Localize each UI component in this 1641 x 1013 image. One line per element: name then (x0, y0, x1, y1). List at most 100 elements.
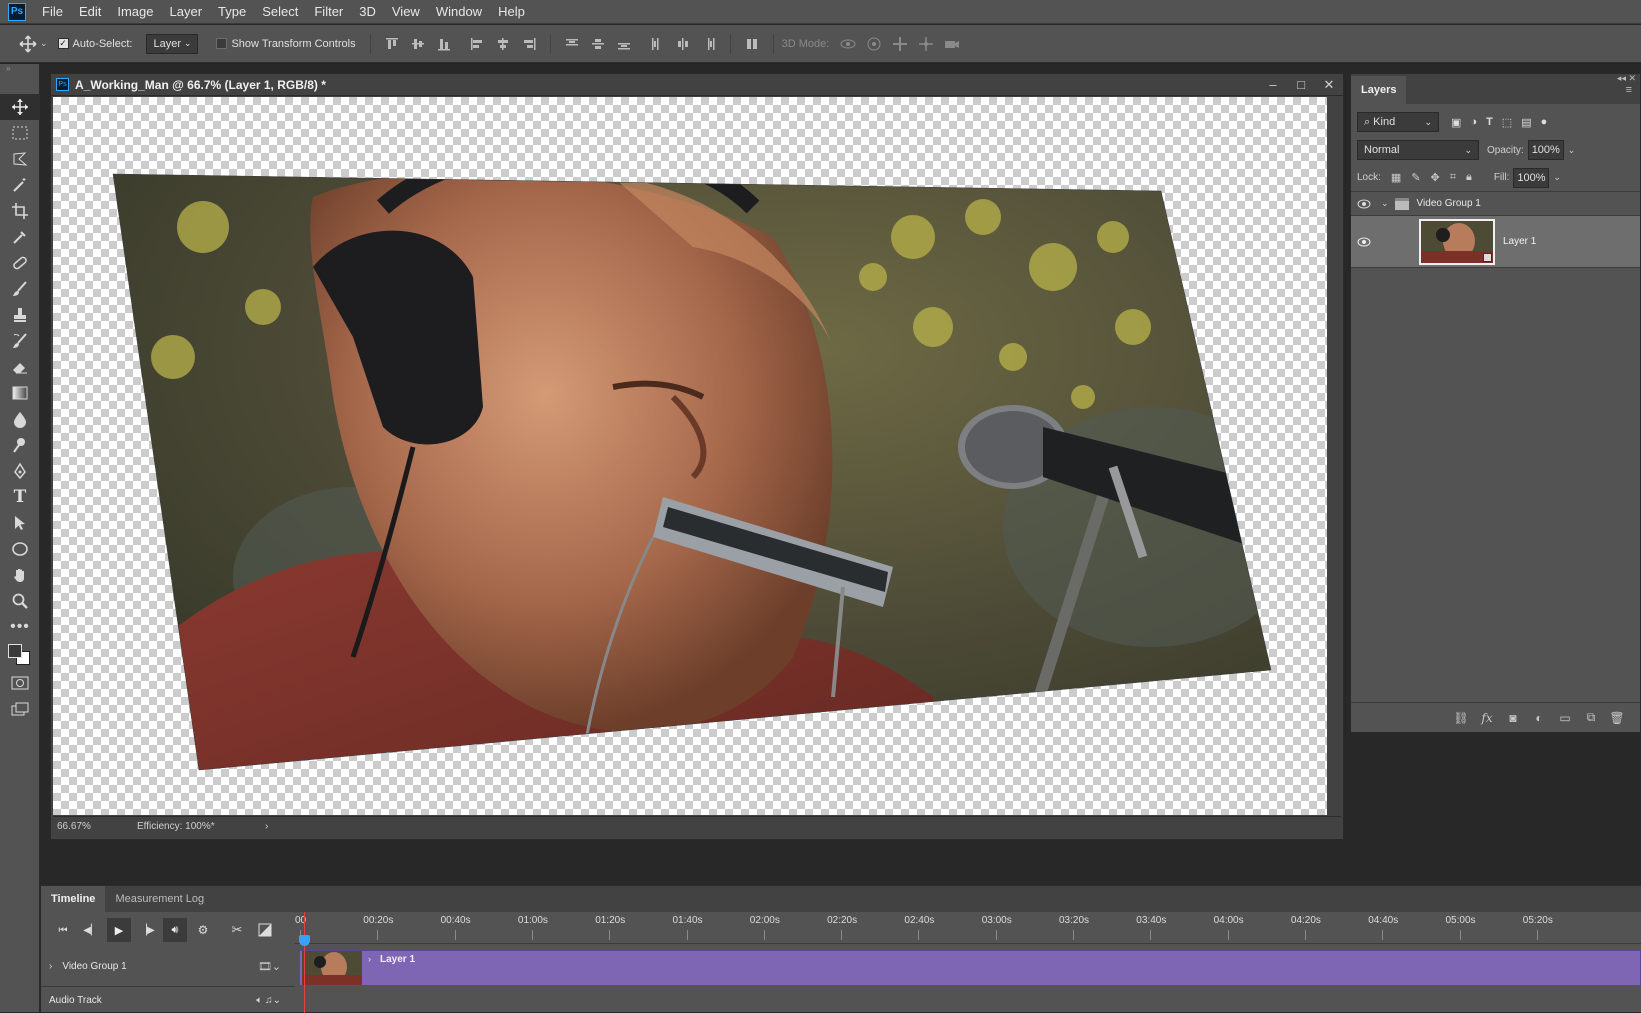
layer-thumbnail[interactable] (1419, 218, 1495, 265)
distribute-right-icon[interactable] (701, 36, 717, 52)
split-at-playhead-button[interactable]: ✂︎ (225, 918, 249, 942)
distribute-bottom-icon[interactable] (616, 36, 632, 52)
time-ruler[interactable]: 00 00:20s 00:40s 01:00s 01:20s 01:40s 02:00s 02… (295, 912, 1641, 944)
distribute-left-icon[interactable] (649, 36, 665, 52)
slide-3d-icon[interactable] (918, 36, 934, 52)
panel-collapse-icon[interactable]: ◂◂ ✕ (1617, 73, 1636, 84)
align-top-icon[interactable] (384, 36, 400, 52)
move-tool[interactable] (0, 94, 40, 120)
add-mask-icon[interactable]: ◙ (1500, 708, 1526, 728)
more-tools[interactable]: ••• (0, 614, 40, 640)
orbit-3d-icon[interactable] (840, 36, 856, 52)
tab-timeline[interactable]: Timeline (41, 886, 106, 912)
playhead-handle[interactable] (299, 935, 310, 946)
marquee-tool[interactable] (0, 120, 40, 146)
drag-3d-icon[interactable] (892, 36, 908, 52)
align-vcenter-icon[interactable] (410, 36, 426, 52)
layer-row-group[interactable]: ⌄ Video Group 1 (1351, 192, 1640, 216)
type-tool[interactable]: T (0, 484, 40, 510)
panel-menu-icon[interactable]: ≡ (1626, 84, 1632, 96)
ellipse-tool[interactable] (0, 536, 40, 562)
layer-row-layer1[interactable]: Layer 1 (1351, 216, 1640, 268)
menu-image[interactable]: Image (109, 0, 161, 24)
crop-tool[interactable] (0, 198, 40, 224)
zoom-tool[interactable] (0, 588, 40, 614)
audio-controls-icon[interactable]: 🔈︎ ♫⌄ (256, 995, 281, 1006)
chevron-down-icon[interactable]: ⌄ (1553, 172, 1561, 183)
new-group-icon[interactable]: ▭ (1552, 708, 1578, 728)
filter-type-icon[interactable]: T (1486, 116, 1493, 129)
new-layer-icon[interactable]: ⧉ (1578, 708, 1604, 728)
menu-filter[interactable]: Filter (306, 0, 351, 24)
maximize-button[interactable]: □ (1287, 74, 1315, 96)
lasso-tool[interactable] (0, 146, 40, 172)
minimize-button[interactable]: – (1259, 74, 1287, 96)
align-left-icon[interactable] (469, 36, 485, 52)
healing-brush-tool[interactable] (0, 250, 40, 276)
chevron-down-icon[interactable]: ⌄ (1568, 145, 1576, 156)
menu-help[interactable]: Help (490, 0, 533, 24)
magic-wand-tool[interactable] (0, 172, 40, 198)
fx-icon[interactable]: fx (1474, 708, 1500, 728)
distribute-vcenter-icon[interactable] (590, 36, 606, 52)
history-brush-tool[interactable] (0, 328, 40, 354)
camera-3d-icon[interactable] (944, 36, 960, 52)
layer-filter-dropdown[interactable]: ⌕ Kind ⌄ (1357, 112, 1439, 132)
path-select-tool[interactable] (0, 510, 40, 536)
roll-3d-icon[interactable] (866, 36, 882, 52)
eraser-tool[interactable] (0, 354, 40, 380)
mute-audio-button[interactable]: 🔊︎ (163, 918, 187, 942)
auto-select-checkbox[interactable]: ✓ (57, 38, 69, 49)
filter-adjustment-icon[interactable]: ◑ (1470, 116, 1477, 129)
lock-all-icon[interactable]: 🔒︎ (1466, 171, 1472, 184)
tab-layers[interactable]: Layers (1351, 76, 1407, 104)
filter-pixel-icon[interactable]: ▣ (1451, 116, 1461, 129)
chevron-down-icon[interactable]: ⌄ (1381, 198, 1389, 209)
lock-artboard-icon[interactable]: ⌗ (1450, 171, 1456, 184)
opacity-input[interactable]: 100% (1527, 140, 1564, 160)
menu-edit[interactable]: Edit (71, 0, 109, 24)
foreground-color-swatch[interactable] (8, 644, 22, 658)
menu-3d[interactable]: 3D (351, 0, 384, 24)
move-tool-preset-icon[interactable] (16, 32, 40, 56)
gradient-tool[interactable] (0, 380, 40, 406)
quick-mask-button[interactable] (0, 670, 40, 696)
adjustment-layer-icon[interactable]: ◐ (1526, 708, 1552, 728)
track-header-audio[interactable]: Audio Track 🔈︎ ♫⌄ (41, 988, 295, 1013)
brush-tool[interactable] (0, 276, 40, 302)
track-header-video-group[interactable]: › Video Group 1 🎞︎⌄ (41, 947, 295, 987)
chevron-down-icon[interactable]: ⌄ (40, 38, 48, 49)
film-strip-icon[interactable]: 🎞︎⌄ (258, 960, 281, 973)
play-button[interactable]: ▶︎ (107, 918, 131, 942)
collapse-icon[interactable]: » (0, 64, 39, 74)
dodge-tool[interactable] (0, 432, 40, 458)
transition-button[interactable] (253, 918, 277, 942)
tab-measurement-log[interactable]: Measurement Log (105, 886, 214, 912)
auto-align-icon[interactable] (744, 36, 760, 52)
menu-select[interactable]: Select (254, 0, 306, 24)
visibility-eye-icon[interactable] (1351, 237, 1377, 247)
filter-toggle-icon[interactable]: ● (1541, 116, 1548, 129)
lock-image-icon[interactable]: ✎ (1411, 171, 1420, 184)
hand-tool[interactable] (0, 562, 40, 588)
filter-smart-object-icon[interactable]: ▤ (1521, 116, 1531, 129)
filter-shape-icon[interactable]: ⬚ (1502, 116, 1512, 129)
chevron-right-icon[interactable]: › (368, 954, 371, 964)
close-document-button[interactable]: ✕ (1315, 74, 1343, 96)
lock-transparent-icon[interactable]: ▦ (1391, 171, 1401, 184)
menu-layer[interactable]: Layer (162, 0, 211, 24)
blur-tool[interactable] (0, 406, 40, 432)
go-to-first-frame-button[interactable]: ⏮︎ (51, 918, 75, 942)
next-frame-button[interactable]: ▕▶︎ (135, 918, 159, 942)
document-canvas[interactable] (53, 97, 1327, 815)
auto-select-dropdown[interactable]: Layer ⌄ (146, 33, 199, 54)
distribute-hcenter-icon[interactable] (675, 36, 691, 52)
menu-type[interactable]: Type (210, 0, 254, 24)
blend-mode-dropdown[interactable]: Normal ⌄ (1357, 140, 1479, 160)
zoom-level[interactable]: 66.67% (53, 821, 113, 832)
screen-mode-button[interactable] (0, 696, 40, 722)
pen-tool[interactable] (0, 458, 40, 484)
show-transform-checkbox[interactable] (216, 38, 228, 49)
align-right-icon[interactable] (521, 36, 537, 52)
playback-settings-button[interactable]: ⚙︎ (191, 918, 215, 942)
